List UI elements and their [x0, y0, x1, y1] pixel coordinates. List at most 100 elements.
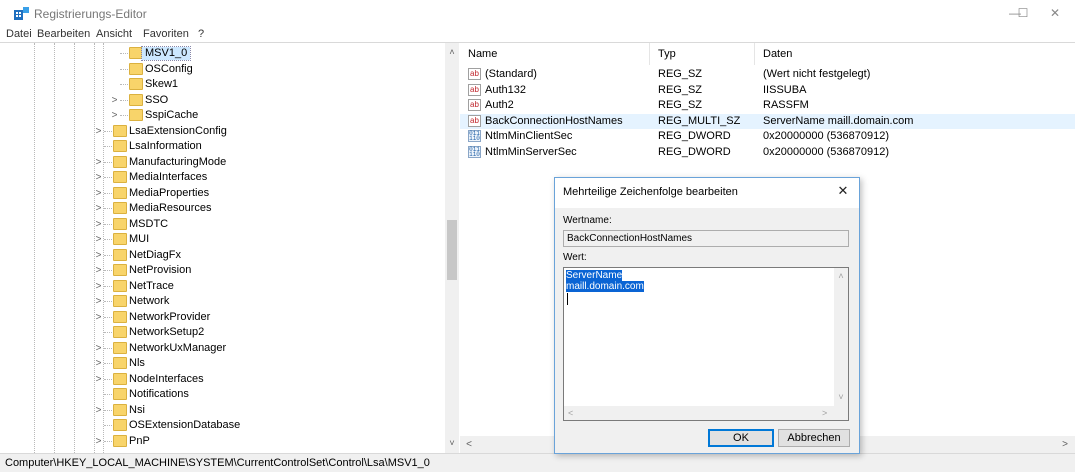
edit-multi-string-dialog[interactable]: Mehrteilige Zeichenfolge bearbeiten ✕ We…: [554, 177, 860, 454]
value-data: RASSFM: [763, 99, 809, 111]
cancel-button[interactable]: Abbrechen: [778, 429, 850, 447]
expand-chevron-icon[interactable]: >: [94, 280, 103, 293]
expand-chevron-icon[interactable]: >: [94, 264, 103, 277]
table-row[interactable]: 011 110 NtlmMinServerSec REG_DWORD 0x200000…: [460, 145, 1075, 161]
tree-item-label: OSExtensionDatabase: [129, 419, 241, 431]
expand-chevron-icon[interactable]: >: [94, 404, 103, 417]
expand-chevron-icon[interactable]: >: [94, 218, 103, 231]
column-type[interactable]: Typ: [650, 43, 755, 65]
tree-item-label: NetDiagFx: [129, 248, 181, 261]
tree-item[interactable]: MSV1_0: [0, 46, 445, 62]
value-type: REG_SZ: [658, 99, 703, 111]
tree-item[interactable]: > MediaInterfaces: [0, 170, 445, 186]
tree-item-label: MUI: [129, 233, 150, 245]
expand-chevron-icon[interactable]: >: [94, 342, 103, 355]
scroll-right-arrow-icon[interactable]: >: [1058, 436, 1072, 453]
expand-chevron-icon[interactable]: >: [94, 435, 103, 448]
tree-item[interactable]: OSConfig: [0, 62, 445, 78]
expand-chevron-icon[interactable]: >: [94, 295, 103, 308]
table-row[interactable]: ab (Standard) REG_SZ (Wert nicht festgelegt…: [460, 67, 1075, 83]
menu-help[interactable]: ?: [198, 28, 204, 40]
tree-item[interactable]: > NodeInterfaces: [0, 372, 445, 388]
tree-item[interactable]: > MSDTC: [0, 217, 445, 233]
value-data: 0x20000000 (536870912): [763, 130, 890, 142]
tree-item[interactable]: > LsaExtensionConfig: [0, 124, 445, 140]
tree-item[interactable]: > SspiCache: [0, 108, 445, 124]
tree-item[interactable]: > NetTrace: [0, 279, 445, 295]
folder-icon: [113, 326, 127, 338]
scroll-left-arrow-icon[interactable]: <: [462, 436, 476, 453]
tree-item[interactable]: Notifications: [0, 387, 445, 403]
tree-item[interactable]: > NetworkUxManager: [0, 341, 445, 357]
tree-branch-line: [104, 130, 112, 132]
tree-branch-line: [104, 301, 112, 302]
table-row[interactable]: 011 110 NtlmMinClientSec REG_DWORD 0x200000…: [460, 129, 1075, 145]
column-name[interactable]: Name: [460, 43, 650, 65]
tree-item[interactable]: NetworkSetup2: [0, 325, 445, 341]
tree-item[interactable]: > Nls: [0, 356, 445, 372]
tree-item[interactable]: > PnP: [0, 434, 445, 450]
ok-button[interactable]: OK: [708, 429, 774, 447]
table-row[interactable]: ab Auth2 REG_SZ RASSFM: [460, 98, 1075, 114]
tree-branch-line: [120, 99, 128, 101]
tree-branch-line: [104, 285, 112, 287]
tree-item[interactable]: > MediaResources: [0, 201, 445, 217]
expand-chevron-icon[interactable]: >: [94, 233, 103, 246]
tree-item-label: SSO: [145, 93, 169, 106]
textarea-vertical-scrollbar[interactable]: ˄ ˅: [834, 268, 848, 407]
tree-item[interactable]: OSExtensionDatabase: [0, 418, 445, 434]
close-button[interactable]: ✕: [1040, 4, 1070, 22]
expand-chevron-icon[interactable]: >: [94, 125, 103, 138]
value-line: maill.domain.com: [566, 281, 644, 292]
scroll-down-arrow-icon[interactable]: ˅: [834, 392, 848, 402]
scroll-up-arrow-icon[interactable]: ˄: [834, 271, 848, 281]
expand-chevron-icon[interactable]: >: [94, 311, 103, 324]
value-data-textarea[interactable]: ServerName maill.domain.com ˄ ˅ < >: [563, 267, 849, 421]
tree-branch-line: [104, 440, 112, 442]
expand-chevron-icon[interactable]: >: [110, 109, 119, 122]
table-row[interactable]: ab BackConnectionHostNames REG_MULTI_SZ Ser…: [460, 113, 1075, 129]
tree-item[interactable]: > NetProvision: [0, 263, 445, 279]
expand-chevron-icon[interactable]: >: [94, 357, 103, 370]
value-name-label: Wertname:: [563, 215, 612, 226]
key-tree[interactable]: MSV1_0 OSConfig Skew1 > SSO > SspiCache > LsaExt…: [0, 43, 459, 453]
scroll-left-arrow-icon[interactable]: <: [568, 406, 573, 420]
scroll-thumb[interactable]: [447, 220, 457, 280]
tree-item[interactable]: > SSO: [0, 93, 445, 109]
tree-item[interactable]: > Network: [0, 294, 445, 310]
folder-icon: [129, 62, 143, 75]
tree-item-label: Skew1: [145, 78, 179, 90]
tree-item[interactable]: LsaInformation: [0, 139, 445, 155]
tree-item[interactable]: > NetDiagFx: [0, 248, 445, 264]
scroll-down-arrow-icon[interactable]: ˅: [445, 436, 459, 450]
tree-item[interactable]: > ManufacturingMode: [0, 155, 445, 171]
value-name: Auth2: [485, 99, 514, 111]
tree-item[interactable]: > MUI: [0, 232, 445, 248]
tree-branch-line: [120, 115, 128, 116]
tree-item[interactable]: > Nsi: [0, 403, 445, 419]
column-data[interactable]: Daten: [755, 43, 1075, 65]
tree-item[interactable]: Skew1: [0, 77, 445, 93]
expand-chevron-icon[interactable]: >: [94, 249, 103, 262]
expand-chevron-icon[interactable]: >: [94, 202, 103, 215]
menu-datei[interactable]: Datei: [6, 28, 32, 40]
tree-branch-line: [104, 378, 112, 380]
textarea-horizontal-scrollbar[interactable]: < >: [564, 406, 848, 420]
expand-chevron-icon[interactable]: >: [94, 171, 103, 184]
table-row[interactable]: ab Auth132 REG_SZ IISSUBA: [460, 83, 1075, 99]
expand-chevron-icon[interactable]: >: [94, 156, 103, 169]
scroll-up-arrow-icon[interactable]: ˄: [445, 45, 459, 59]
tree-item[interactable]: > MediaProperties: [0, 186, 445, 202]
tree-branch-line: [104, 316, 112, 318]
menu-bearbeiten[interactable]: Bearbeiten: [37, 28, 90, 40]
expand-chevron-icon[interactable]: >: [94, 373, 103, 386]
expand-chevron-icon[interactable]: >: [110, 94, 119, 107]
maximize-button[interactable]: ☐: [1008, 4, 1038, 22]
scroll-right-arrow-icon[interactable]: >: [822, 406, 827, 420]
expand-chevron-icon[interactable]: >: [94, 187, 103, 200]
dialog-close-icon[interactable]: ✕: [835, 183, 851, 199]
tree-item[interactable]: > NetworkProvider: [0, 310, 445, 326]
menu-ansicht[interactable]: Ansicht: [96, 28, 132, 40]
menu-favoriten[interactable]: Favoriten: [143, 28, 189, 40]
tree-vertical-scrollbar[interactable]: ˄ ˅: [445, 43, 459, 453]
